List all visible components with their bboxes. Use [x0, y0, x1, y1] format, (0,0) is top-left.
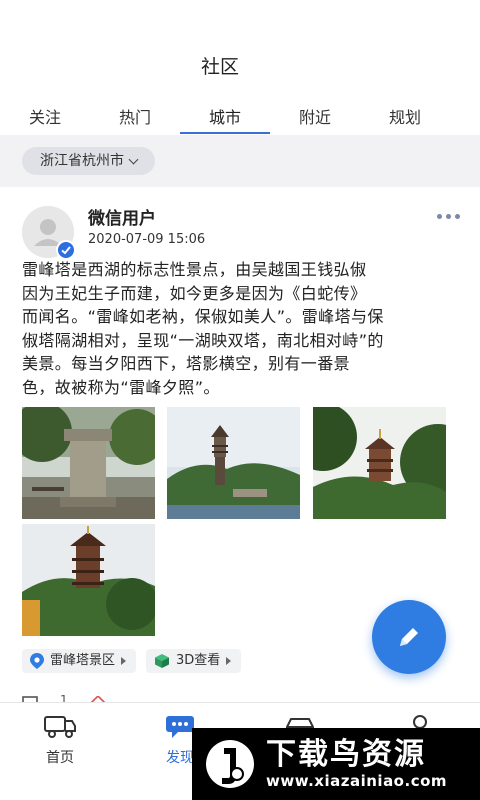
post-timestamp: 2020-07-09 15:06	[88, 232, 206, 247]
tabbar-home-label: 首页	[46, 750, 74, 766]
3d-view-tag[interactable]: 3D查看	[146, 649, 242, 673]
more-options-icon[interactable]	[437, 214, 460, 219]
post-line: 因为王妃生子而建，如今更多是因为《白蛇传》	[22, 283, 367, 303]
post-photo-hill-pagoda[interactable]	[22, 524, 155, 636]
tab-bar: 关注 热门 城市 附近 规划	[0, 98, 480, 134]
chevron-right-icon	[121, 657, 127, 665]
city-selector[interactable]: 浙江省杭州市	[22, 147, 155, 175]
tab-nearby[interactable]: 附近	[270, 98, 360, 134]
post-photo-forest-pagoda[interactable]	[313, 407, 446, 519]
watermark-banner: 下载鸟资源 www.xiazainiao.com	[192, 728, 480, 800]
truck-icon	[44, 716, 76, 738]
compose-button[interactable]	[372, 600, 446, 674]
tab-city[interactable]: 城市	[180, 98, 270, 134]
page-title: 社区	[200, 56, 239, 78]
xiazainiao-logo-icon	[206, 740, 254, 788]
watermark-title: 下载鸟资源	[266, 737, 426, 772]
location-tag-label: 雷峰塔景区	[50, 653, 116, 668]
post-body: 雷峰塔是西湖的标志性景点，由吴越国王钱弘俶 因为王妃生子而建，如今更多是因为《白…	[22, 258, 462, 399]
avatar[interactable]	[22, 206, 76, 260]
3d-cube-icon	[155, 654, 170, 668]
tabbar-home[interactable]: 首页	[20, 713, 100, 767]
chevron-down-icon	[128, 154, 139, 164]
post-photo-lake-pagoda[interactable]	[167, 407, 300, 519]
tab-follow[interactable]: 关注	[0, 98, 90, 134]
tab-hot[interactable]: 热门	[90, 98, 180, 134]
post-line: 美景。每当夕阳西下，塔影横空，别有一番景	[22, 354, 351, 373]
filter-bar: 浙江省杭州市	[0, 135, 480, 187]
post-photo-stele[interactable]	[22, 407, 155, 519]
post-tags: 雷峰塔景区 3D查看	[22, 649, 242, 673]
tab-plan[interactable]: 规划	[360, 98, 450, 134]
city-selector-label: 浙江省杭州市	[40, 153, 124, 169]
post-line: 而闻名。“雷峰如老衲，保俶如美人”。雷峰塔与保	[22, 307, 384, 326]
post-line: 色，故被称为“雷峰夕照”。	[22, 377, 220, 397]
post-username[interactable]: 微信用户	[88, 204, 156, 229]
3d-view-tag-label: 3D查看	[176, 653, 221, 668]
location-pin-icon	[30, 653, 44, 669]
location-tag[interactable]: 雷峰塔景区	[22, 649, 137, 673]
verified-badge-icon	[56, 240, 76, 260]
post-line: 俶塔隔湖相对，呈现“一湖映双塔，南北相对峙”的	[22, 330, 384, 350]
pencil-icon	[400, 628, 418, 646]
post-line: 雷峰塔是西湖的标志性景点，由吴越国王钱弘俶	[22, 260, 367, 279]
app-header: 社区 关注 热门 城市 附近 规划	[0, 0, 480, 135]
watermark-url: www.xiazainiao.com	[266, 772, 448, 790]
chevron-right-icon	[226, 657, 232, 665]
tabbar-discover-label: 发现	[166, 750, 194, 766]
